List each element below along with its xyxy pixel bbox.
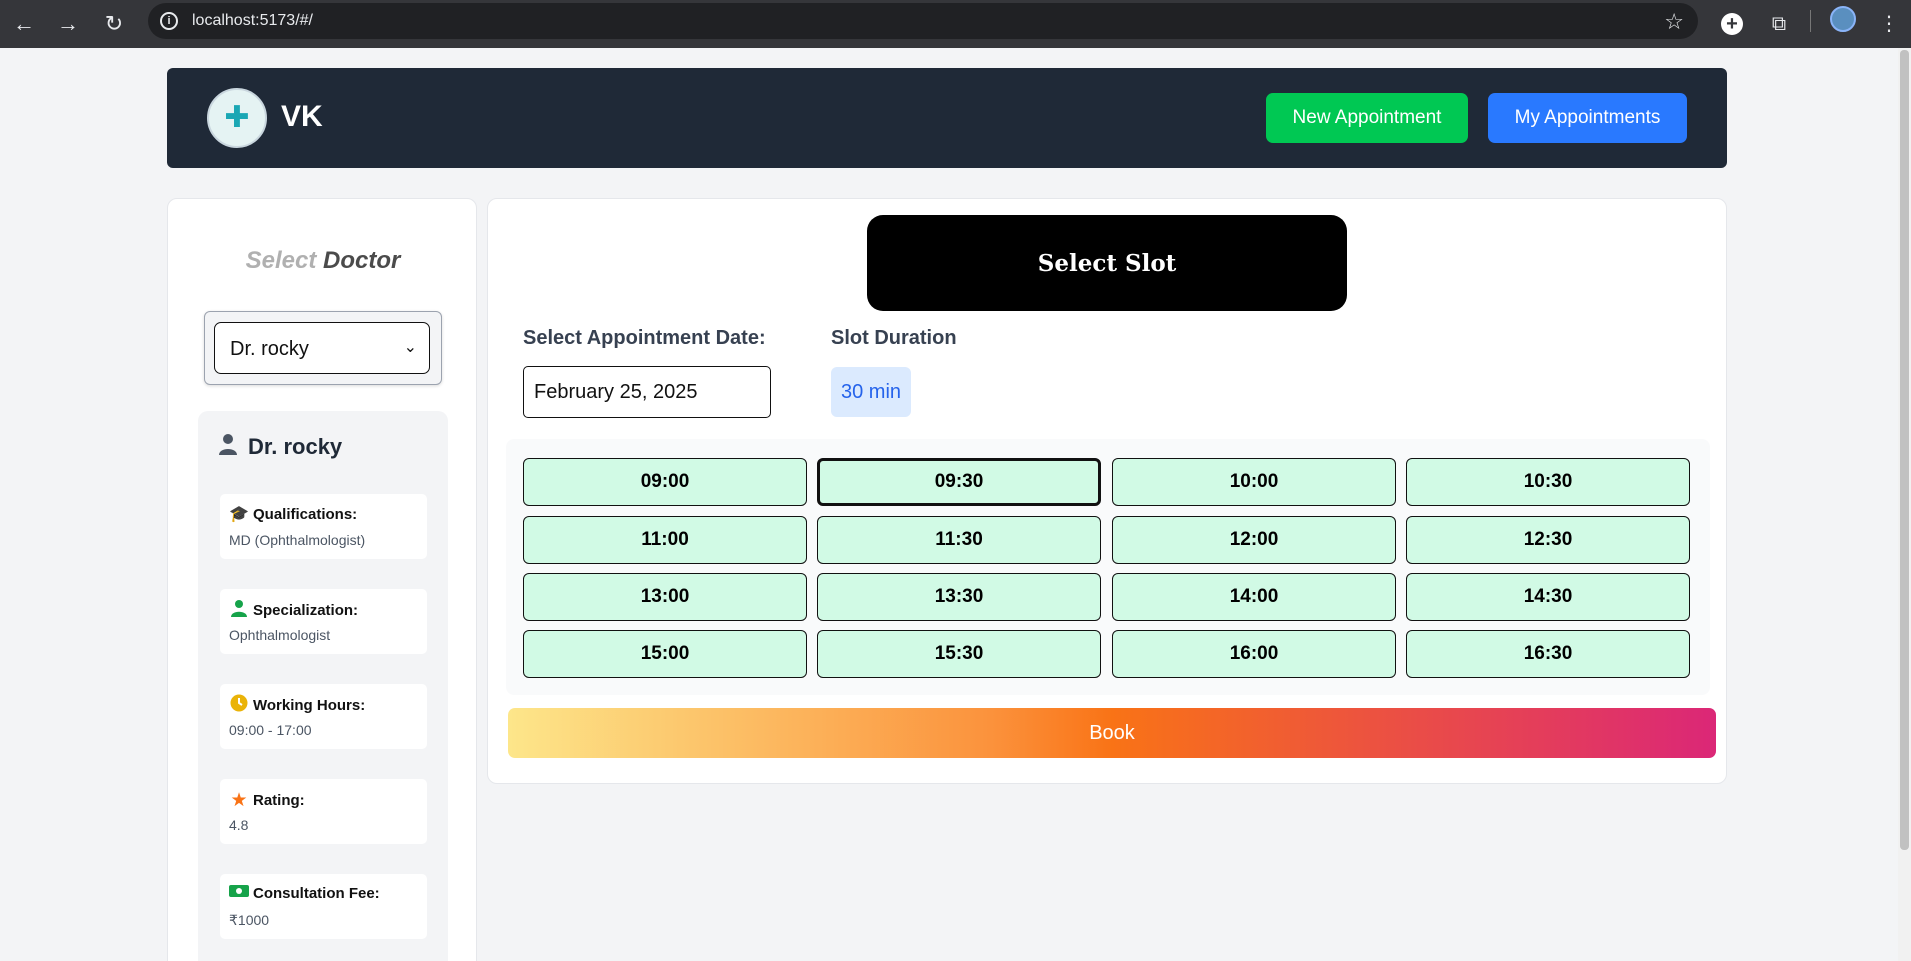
specialization-value: Ophthalmologist — [229, 627, 331, 643]
new-appointment-button[interactable]: New Appointment — [1266, 93, 1468, 143]
forward-arrow-icon[interactable]: → — [50, 6, 86, 42]
consultation-fee-value: ₹1000 — [229, 912, 270, 928]
book-button[interactable]: Book — [508, 708, 1716, 758]
time-slot[interactable]: 11:30 — [817, 516, 1101, 564]
heading-word-select: Select — [245, 247, 317, 274]
working-hours-label: Working Hours: — [253, 697, 366, 714]
time-slot[interactable]: 14:00 — [1112, 573, 1396, 621]
medical-cross-icon: ✚ — [224, 101, 250, 134]
time-slot-selected[interactable]: 09:30 — [817, 458, 1101, 506]
doctor-dropdown[interactable]: Dr. rocky ⌄ — [214, 322, 430, 374]
select-slot-heading: Select Slot — [867, 215, 1347, 311]
money-icon — [229, 884, 249, 903]
slot-duration-badge: 30 min — [831, 367, 911, 417]
time-slot[interactable]: 11:00 — [523, 516, 807, 564]
back-arrow-icon[interactable]: ← — [6, 6, 42, 42]
time-slot[interactable]: 12:00 — [1112, 516, 1396, 564]
time-slot[interactable]: 14:30 — [1406, 573, 1690, 621]
doctor-name: Dr. rocky — [248, 434, 343, 459]
appointment-date-input[interactable] — [523, 366, 771, 418]
slot-panel: Select Slot Select Appointment Date: Slo… — [487, 198, 1727, 784]
bookmark-star-icon[interactable]: ☆ — [1664, 9, 1684, 35]
healthcare-logo[interactable]: ✚ — [207, 88, 267, 148]
time-slot[interactable]: 15:00 — [523, 630, 807, 678]
doctor-person-icon — [218, 433, 238, 461]
time-slot[interactable]: 16:30 — [1406, 630, 1690, 678]
rating-box: ★ Rating: 4.8 — [220, 779, 427, 844]
slot-duration-label: Slot Duration — [831, 327, 957, 349]
toolbar-divider — [1810, 10, 1811, 32]
working-hours-box: Working Hours: 09:00 - 17:00 — [220, 684, 427, 749]
qualifications-box: 🎓 Qualifications: MD (Ophthalmologist) — [220, 494, 427, 559]
app-header: ✚ VK New Appointment My Appointments — [167, 68, 1727, 168]
chevron-down-icon: ⌄ — [403, 339, 417, 356]
add-extension-icon[interactable]: + — [1715, 7, 1749, 41]
my-appointments-button[interactable]: My Appointments — [1488, 93, 1687, 143]
brand-name: VK — [281, 100, 323, 133]
clock-icon — [229, 694, 249, 717]
site-info-icon[interactable]: i — [160, 12, 178, 30]
menu-kebab-icon[interactable]: ⋮ — [1872, 7, 1906, 41]
rating-value: 4.8 — [229, 817, 249, 833]
doctor-info-card: Dr. rocky 🎓 Qualifications: MD (Ophthalmo… — [198, 411, 448, 961]
specialization-label: Specialization: — [253, 602, 359, 619]
doctor-icon — [229, 599, 249, 622]
profile-avatar[interactable] — [1830, 6, 1856, 32]
qualifications-label: Qualifications: — [253, 505, 358, 523]
consultation-fee-box: Consultation Fee: ₹1000 — [220, 874, 427, 939]
star-icon: ★ — [230, 790, 248, 811]
extensions-puzzle-icon[interactable]: ⧉ — [1762, 7, 1796, 41]
specialization-box: Specialization: Ophthalmologist — [220, 589, 427, 654]
appointment-date-label: Select Appointment Date: — [523, 327, 766, 349]
time-slot[interactable]: 10:30 — [1406, 458, 1690, 506]
address-bar[interactable]: i localhost:5173/#/ ☆ — [148, 3, 1698, 39]
time-slot[interactable]: 16:00 — [1112, 630, 1396, 678]
doctor-dropdown-value: Dr. rocky — [230, 338, 309, 360]
doctor-panel: Select Doctor Dr. rocky ⌄ Dr. rocky 🎓 Qua… — [167, 198, 477, 961]
page-scrollbar[interactable] — [1898, 48, 1911, 961]
graduation-cap-icon: 🎓 — [229, 506, 249, 523]
working-hours-value: 09:00 - 17:00 — [229, 722, 312, 738]
doctor-select-container: Dr. rocky ⌄ — [204, 311, 442, 385]
reload-icon[interactable]: ↻ — [96, 6, 132, 42]
scrollbar-thumb[interactable] — [1900, 50, 1909, 850]
time-slot[interactable]: 12:30 — [1406, 516, 1690, 564]
browser-toolbar: ← → ↻ i localhost:5173/#/ ☆ + ⧉ ⋮ — [0, 0, 1911, 48]
time-slot[interactable]: 10:00 — [1112, 458, 1396, 506]
rating-label: Rating: — [253, 792, 305, 809]
slot-grid: 09:00 09:30 10:00 10:30 11:00 11:30 12:0… — [506, 439, 1710, 695]
time-slot[interactable]: 09:00 — [523, 458, 807, 506]
qualifications-value: MD (Ophthalmologist) — [229, 532, 366, 548]
time-slot[interactable]: 15:30 — [817, 630, 1101, 678]
doctor-name-row: Dr. rocky — [218, 433, 342, 461]
select-doctor-heading: Select Doctor — [168, 247, 478, 275]
time-slot[interactable]: 13:00 — [523, 573, 807, 621]
time-slot[interactable]: 13:30 — [817, 573, 1101, 621]
url-text[interactable]: localhost:5173/#/ — [192, 12, 313, 30]
consultation-fee-label: Consultation Fee: — [253, 885, 380, 902]
heading-word-doctor: Doctor — [323, 247, 401, 274]
